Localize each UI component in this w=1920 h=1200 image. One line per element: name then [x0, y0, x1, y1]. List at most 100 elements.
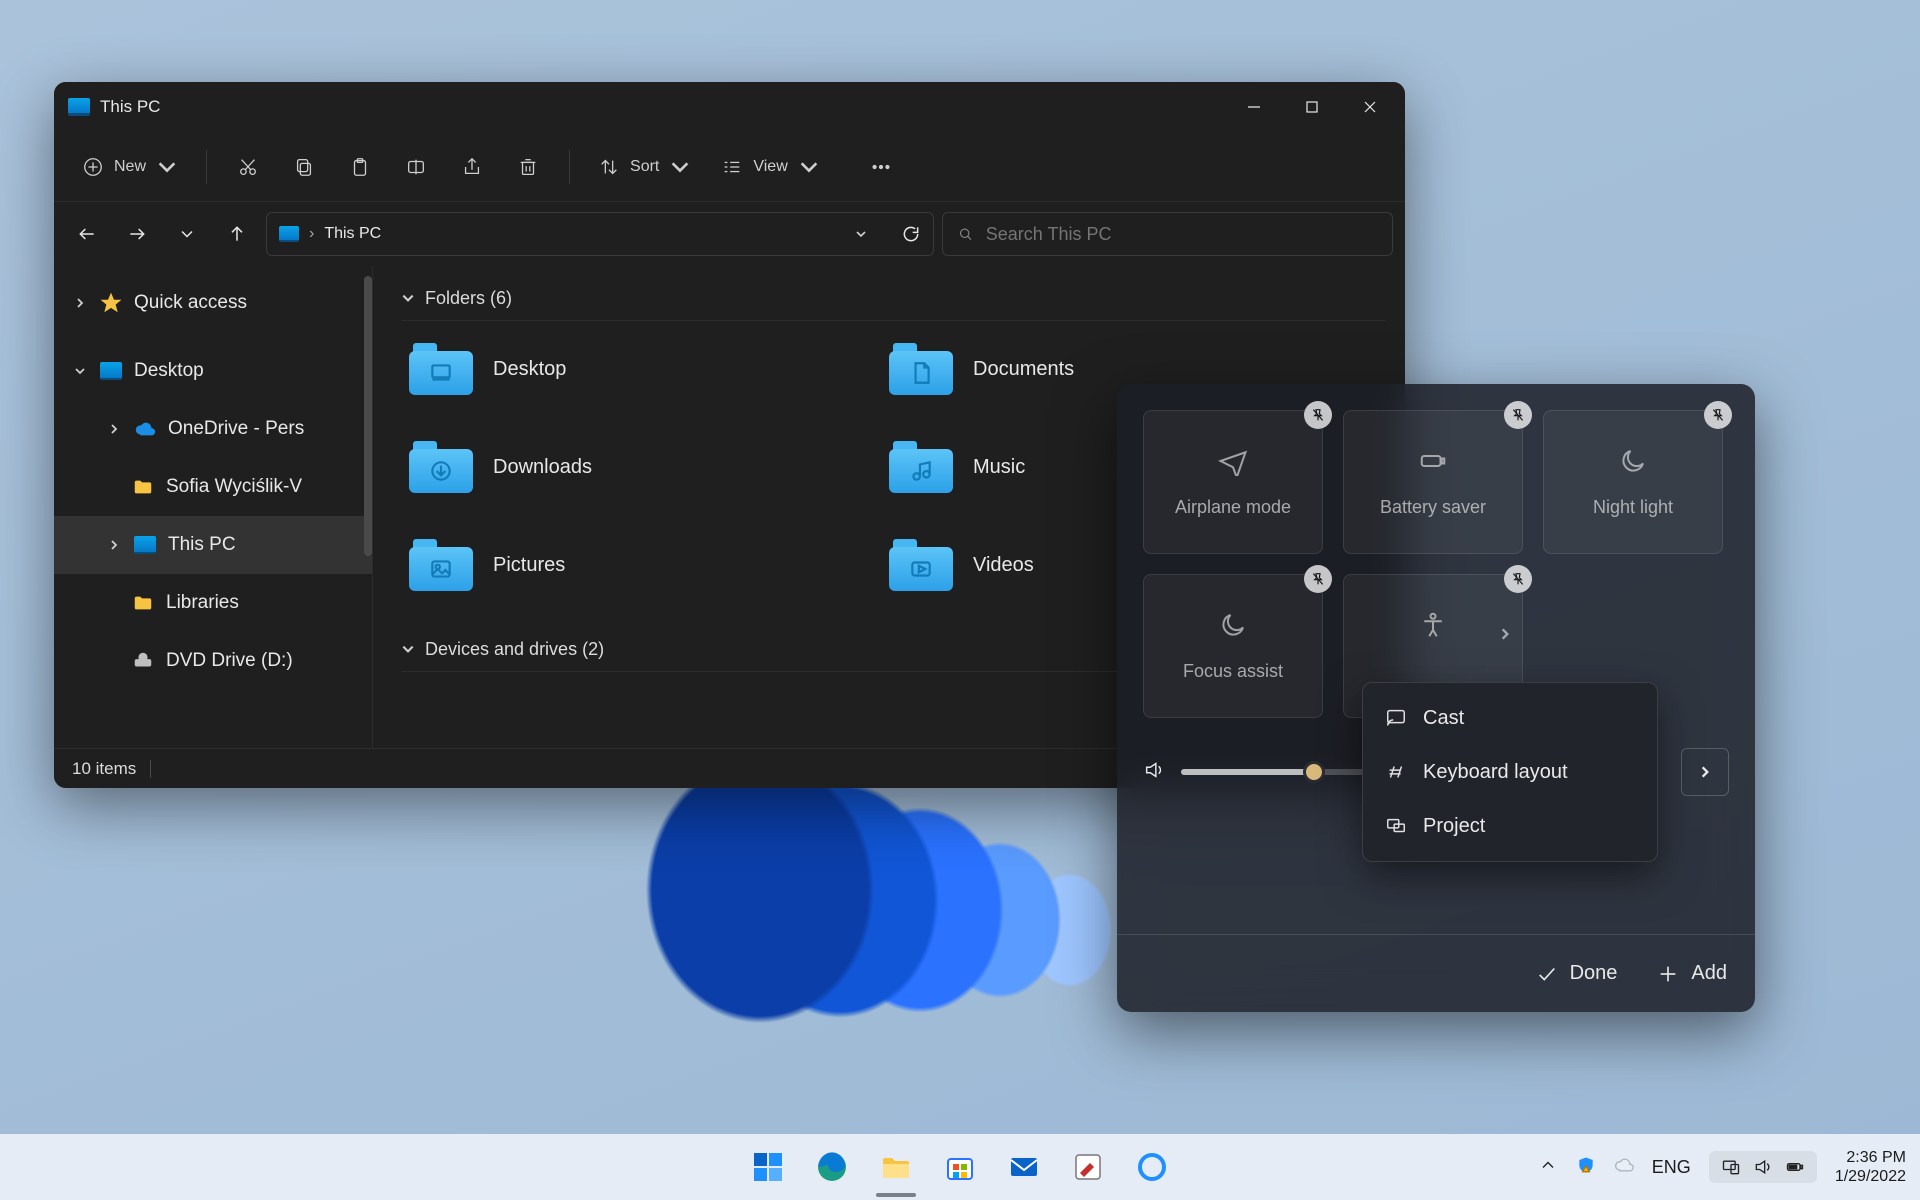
address-bar[interactable]: › This PC — [266, 212, 934, 256]
item-count: 10 items — [72, 759, 136, 779]
start-button[interactable] — [742, 1141, 794, 1193]
share-button[interactable] — [447, 145, 497, 189]
chevron-down-icon[interactable] — [74, 365, 86, 377]
taskbar-app-paint[interactable] — [1062, 1141, 1114, 1193]
folder-label: Pictures — [493, 554, 565, 577]
menu-item-cast[interactable]: Cast — [1371, 691, 1649, 745]
chevron-right-icon[interactable] — [1498, 627, 1512, 646]
tile-focus-assist[interactable]: Focus assist — [1143, 574, 1323, 718]
security-icon[interactable] — [1576, 1155, 1596, 1180]
forward-button[interactable] — [116, 213, 158, 255]
chevron-down-icon[interactable] — [401, 642, 415, 656]
moon-icon — [1618, 446, 1648, 481]
language-indicator[interactable]: ENG — [1652, 1157, 1691, 1178]
chevron-right-icon[interactable] — [74, 297, 86, 309]
sidebar-item-desktop[interactable]: Desktop — [54, 342, 372, 400]
minimize-button[interactable] — [1225, 82, 1283, 132]
slider-thumb[interactable] — [1303, 761, 1325, 783]
active-indicator — [876, 1193, 916, 1197]
maximize-button[interactable] — [1283, 82, 1341, 132]
new-button[interactable]: New — [70, 145, 190, 189]
folder-label: Music — [973, 456, 1025, 479]
folder-desktop[interactable]: Desktop — [409, 333, 849, 405]
separator — [401, 320, 1385, 321]
back-button[interactable] — [66, 213, 108, 255]
chevron-down-icon[interactable] — [401, 291, 415, 305]
refresh-icon[interactable] — [901, 224, 921, 244]
sidebar-item-label: Libraries — [166, 592, 239, 614]
tile-airplane-mode[interactable]: Airplane mode — [1143, 410, 1323, 554]
sidebar-item-onedrive[interactable]: OneDrive - Pers — [54, 400, 372, 458]
delete-button[interactable] — [503, 145, 553, 189]
paste-button[interactable] — [335, 145, 385, 189]
taskbar[interactable]: ENG 2:36 PM 1/29/2022 — [0, 1134, 1920, 1200]
chevron-right-icon[interactable] — [108, 423, 120, 435]
clock[interactable]: 2:36 PM 1/29/2022 — [1835, 1148, 1906, 1186]
copy-button[interactable] — [279, 145, 329, 189]
taskbar-app-edge[interactable] — [806, 1141, 858, 1193]
unpin-button[interactable] — [1304, 401, 1332, 429]
sidebar-item-libraries[interactable]: Libraries — [54, 574, 372, 632]
volume-output-button[interactable] — [1681, 748, 1729, 796]
weather-icon[interactable] — [1614, 1155, 1634, 1180]
search-input[interactable] — [986, 224, 1378, 245]
tray-overflow-button[interactable] — [1538, 1155, 1558, 1180]
battery-icon — [1418, 446, 1448, 481]
breadcrumb-current[interactable]: This PC — [324, 225, 381, 243]
taskbar-app-cortana[interactable] — [1126, 1141, 1178, 1193]
time: 2:36 PM — [1835, 1148, 1906, 1167]
quick-settings-button[interactable] — [1709, 1151, 1817, 1183]
unpin-button[interactable] — [1304, 565, 1332, 593]
up-button[interactable] — [216, 213, 258, 255]
folder-label: Documents — [973, 358, 1074, 381]
taskbar-app-file-explorer[interactable] — [870, 1141, 922, 1193]
moon-icon — [1218, 610, 1248, 645]
unpin-button[interactable] — [1504, 565, 1532, 593]
unpin-button[interactable] — [1704, 401, 1732, 429]
folders-section-header[interactable]: Folders (6) — [401, 276, 1385, 320]
navigation-pane: Quick access Desktop OneDrive - Pers Sof… — [54, 266, 372, 748]
add-button[interactable]: Add — [1657, 962, 1727, 985]
close-button[interactable] — [1341, 82, 1399, 132]
titlebar[interactable]: This PC — [54, 82, 1405, 132]
unpin-button[interactable] — [1504, 401, 1532, 429]
menu-item-keyboard-layout[interactable]: Keyboard layout — [1371, 745, 1649, 799]
sort-button[interactable]: Sort — [586, 145, 703, 189]
cut-button[interactable] — [223, 145, 273, 189]
more-button[interactable] — [856, 145, 906, 189]
menu-item-project[interactable]: Project — [1371, 799, 1649, 853]
menu-label: Cast — [1423, 707, 1464, 730]
cloud-icon — [134, 418, 156, 440]
monitor-icon — [100, 362, 122, 380]
sidebar-item-this-pc[interactable]: This PC — [54, 516, 372, 574]
history-button[interactable] — [166, 213, 208, 255]
airplane-icon — [1218, 446, 1248, 481]
tile-battery-saver[interactable]: Battery saver — [1343, 410, 1523, 554]
toolbar-separator — [569, 150, 570, 184]
done-button[interactable]: Done — [1536, 962, 1618, 985]
sidebar-item-quick-access[interactable]: Quick access — [54, 274, 372, 332]
network-icon — [1721, 1157, 1741, 1177]
taskbar-app-mail[interactable] — [998, 1141, 1050, 1193]
new-label: New — [114, 158, 146, 176]
separator — [150, 760, 151, 778]
sidebar-item-user-folder[interactable]: Sofia Wyciślik-V — [54, 458, 372, 516]
sidebar-item-label: OneDrive - Pers — [168, 418, 304, 440]
section-label: Devices and drives (2) — [425, 639, 604, 660]
rename-button[interactable] — [391, 145, 441, 189]
sidebar-item-label: Desktop — [134, 360, 204, 382]
chevron-down-icon[interactable] — [855, 228, 867, 240]
sidebar-item-label: Quick access — [134, 292, 247, 314]
tile-label: Night light — [1593, 497, 1673, 518]
folder-downloads[interactable]: Downloads — [409, 431, 849, 503]
view-button[interactable]: View — [709, 145, 831, 189]
taskbar-app-store[interactable] — [934, 1141, 986, 1193]
toolbar: New Sort View — [54, 132, 1405, 202]
tile-night-light[interactable]: Night light — [1543, 410, 1723, 554]
folder-pictures[interactable]: Pictures — [409, 529, 849, 601]
sidebar-item-dvd-drive[interactable]: DVD Drive (D:) — [54, 632, 372, 690]
speaker-icon[interactable] — [1143, 759, 1165, 786]
chevron-right-icon[interactable] — [108, 539, 120, 551]
sidebar-scrollbar[interactable] — [364, 276, 372, 556]
search-box[interactable] — [942, 212, 1393, 256]
